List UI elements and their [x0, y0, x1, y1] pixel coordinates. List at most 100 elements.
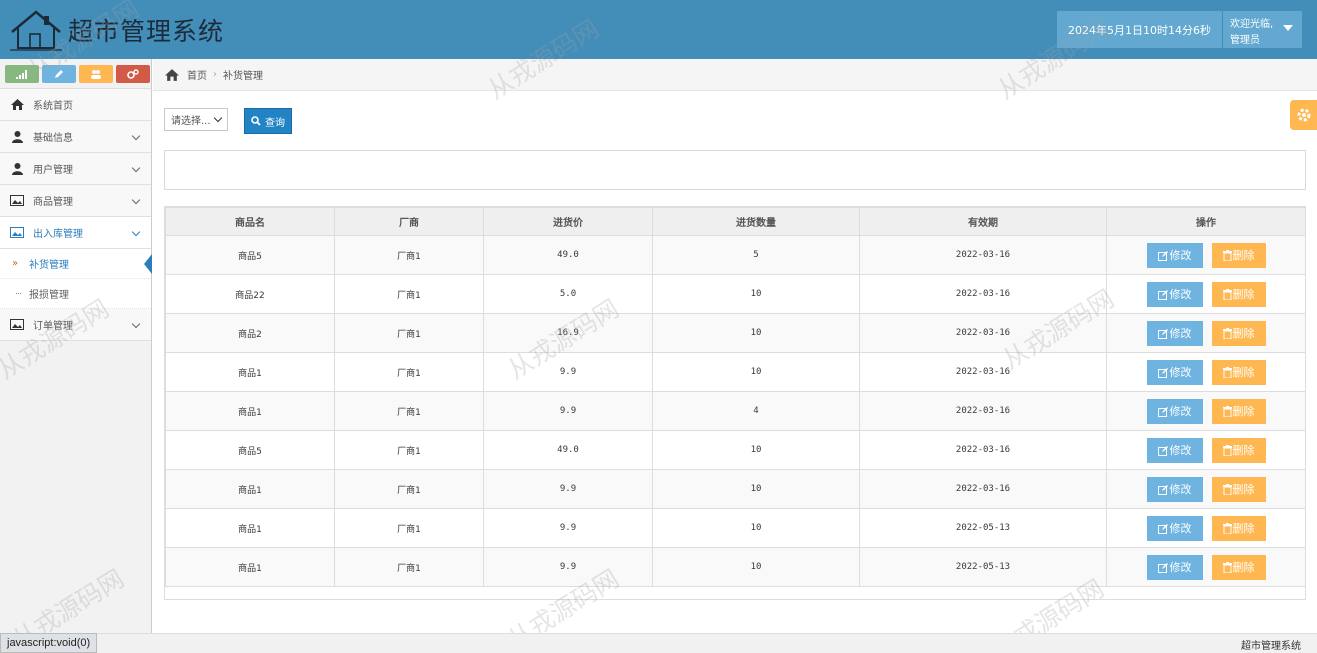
user-icon [10, 130, 24, 143]
user-icon [10, 162, 24, 175]
delete-button-label: 删除 [1232, 522, 1255, 535]
edit-button-label: 修改 [1169, 522, 1192, 535]
column-header[interactable]: 进货数量 [652, 207, 860, 236]
edit-button[interactable]: 修改 [1146, 515, 1203, 541]
trash-icon [1222, 444, 1232, 456]
table-cell: 2022-03-16 [859, 469, 1107, 509]
edit-button[interactable]: 修改 [1146, 437, 1203, 463]
sidebar-item-label: 用户管理 [33, 165, 73, 176]
delete-button[interactable]: 删除 [1211, 242, 1266, 268]
table-cell: 商品22 [165, 274, 335, 314]
user-menu[interactable]: 欢迎光临, 管理员 [1223, 11, 1302, 48]
clock-display: 2024年5月1日10时14分6秒 [1057, 11, 1222, 48]
table-cell: 9.9 [483, 391, 653, 431]
delete-button[interactable]: 删除 [1211, 320, 1266, 346]
filter-select[interactable]: 请选择... [164, 108, 228, 131]
brand-logo[interactable]: 超市管理系统 [10, 8, 224, 52]
table-row: 商品5 厂商1 49.0 5 2022-03-16 修改 删除 [165, 235, 1306, 275]
chevron-down-icon [131, 319, 141, 329]
edit-icon [1157, 250, 1168, 261]
shortcut-users-button[interactable] [79, 65, 113, 83]
table-cell: 2022-03-16 [859, 313, 1107, 353]
table-cell: 16.9 [483, 313, 653, 353]
search-button[interactable]: 查询 [244, 108, 292, 134]
settings-toggle-button[interactable] [1290, 100, 1317, 130]
sidebar-item-basic-info[interactable]: 基础信息 [0, 121, 151, 153]
table-cell: 5 [652, 235, 860, 275]
shortcut-pencil-button[interactable] [42, 65, 76, 83]
search-button-label: 查询 [265, 117, 285, 129]
table-cell: 9.9 [483, 469, 653, 509]
edit-button[interactable]: 修改 [1146, 359, 1203, 385]
sidebar-subitem-restock[interactable]: » 补货管理 [0, 249, 152, 279]
delete-button[interactable]: 删除 [1211, 476, 1266, 502]
edit-button-label: 修改 [1169, 561, 1192, 574]
edit-button-label: 修改 [1169, 483, 1192, 496]
sidebar-item-inventory[interactable]: 出入库管理 [0, 217, 151, 249]
edit-icon [1157, 523, 1168, 534]
edit-button-label: 修改 [1169, 405, 1192, 418]
trash-icon [1222, 366, 1232, 378]
table-cell: 厂商1 [334, 508, 484, 548]
sidebar-item-label: 系统首页 [33, 101, 73, 112]
table-cell: 10 [652, 508, 860, 548]
table-cell-actions: 修改 删除 [1106, 274, 1306, 314]
restock-table: 商品名 厂商 进货价 进货数量 有效期 操作 商品5 厂商1 49.0 5 2022-0… [164, 206, 1306, 600]
table-cell: 厂商1 [334, 430, 484, 470]
delete-button[interactable]: 删除 [1211, 281, 1266, 307]
column-header[interactable]: 有效期 [859, 207, 1107, 236]
sidebar-subitem-loss[interactable]: 报损管理 [0, 279, 151, 309]
shortcut-signal-button[interactable] [5, 65, 39, 83]
sidebar-item-orders[interactable]: 订单管理 [0, 309, 151, 341]
table-cell: 厂商1 [334, 469, 484, 509]
table-cell: 厂商1 [334, 547, 484, 587]
table-cell: 49.0 [483, 235, 653, 275]
edit-button[interactable]: 修改 [1146, 320, 1203, 346]
sidebar-item-products[interactable]: 商品管理 [0, 185, 151, 217]
delete-button[interactable]: 删除 [1211, 359, 1266, 385]
table-row: 商品1 厂商1 9.9 4 2022-03-16 修改 删除 [165, 391, 1306, 431]
tree-dash-icon [16, 293, 21, 294]
delete-button-label: 删除 [1232, 249, 1255, 262]
table-row: 商品1 厂商1 9.9 10 2022-05-13 修改 删除 [165, 508, 1306, 548]
sidebar-item-label: 订单管理 [33, 321, 73, 332]
table-row: 商品5 厂商1 49.0 10 2022-03-16 修改 删除 [165, 430, 1306, 470]
chevron-down-icon [131, 227, 141, 237]
table-row: 商品22 厂商1 5.0 10 2022-03-16 修改 删除 [165, 274, 1306, 314]
column-header[interactable]: 商品名 [165, 207, 335, 236]
table-cell: 2022-03-16 [859, 430, 1107, 470]
delete-button[interactable]: 删除 [1211, 398, 1266, 424]
footer-text: 超市管理系统 [1241, 641, 1301, 652]
table-row: 商品2 厂商1 16.9 10 2022-03-16 修改 删除 [165, 313, 1306, 353]
sidebar-subitem-label: 补货管理 [29, 260, 69, 271]
edit-icon [1157, 289, 1168, 300]
edit-button[interactable]: 修改 [1146, 398, 1203, 424]
table-cell: 9.9 [483, 352, 653, 392]
column-header[interactable]: 进货价 [483, 207, 653, 236]
app-title: 超市管理系统 [68, 17, 225, 46]
edit-button[interactable]: 修改 [1146, 242, 1203, 268]
delete-button[interactable]: 删除 [1211, 437, 1266, 463]
table-cell: 商品5 [165, 235, 335, 275]
trash-icon [1222, 405, 1232, 417]
sidebar-item-home[interactable]: 系统首页 [0, 89, 151, 121]
edit-button[interactable]: 修改 [1146, 281, 1203, 307]
table-cell: 商品1 [165, 391, 335, 431]
table-header-row: 商品名 厂商 进货价 进货数量 有效期 操作 [165, 207, 1306, 236]
sidebar-item-users[interactable]: 用户管理 [0, 153, 151, 185]
search-icon [251, 116, 261, 126]
home-icon [10, 99, 24, 111]
table-cell: 商品1 [165, 352, 335, 392]
edit-icon [1157, 367, 1168, 378]
edit-button[interactable]: 修改 [1146, 554, 1203, 580]
breadcrumb-home-link[interactable]: 首页 [187, 67, 207, 82]
delete-button[interactable]: 删除 [1211, 554, 1266, 580]
edit-button[interactable]: 修改 [1146, 476, 1203, 502]
table-cell-actions: 修改 删除 [1106, 391, 1306, 431]
table-cell: 10 [652, 547, 860, 587]
delete-button[interactable]: 删除 [1211, 515, 1266, 541]
table-cell: 49.0 [483, 430, 653, 470]
shortcut-cogs-button[interactable] [116, 65, 150, 83]
column-header[interactable]: 厂商 [334, 207, 484, 236]
edit-icon [1157, 328, 1168, 339]
